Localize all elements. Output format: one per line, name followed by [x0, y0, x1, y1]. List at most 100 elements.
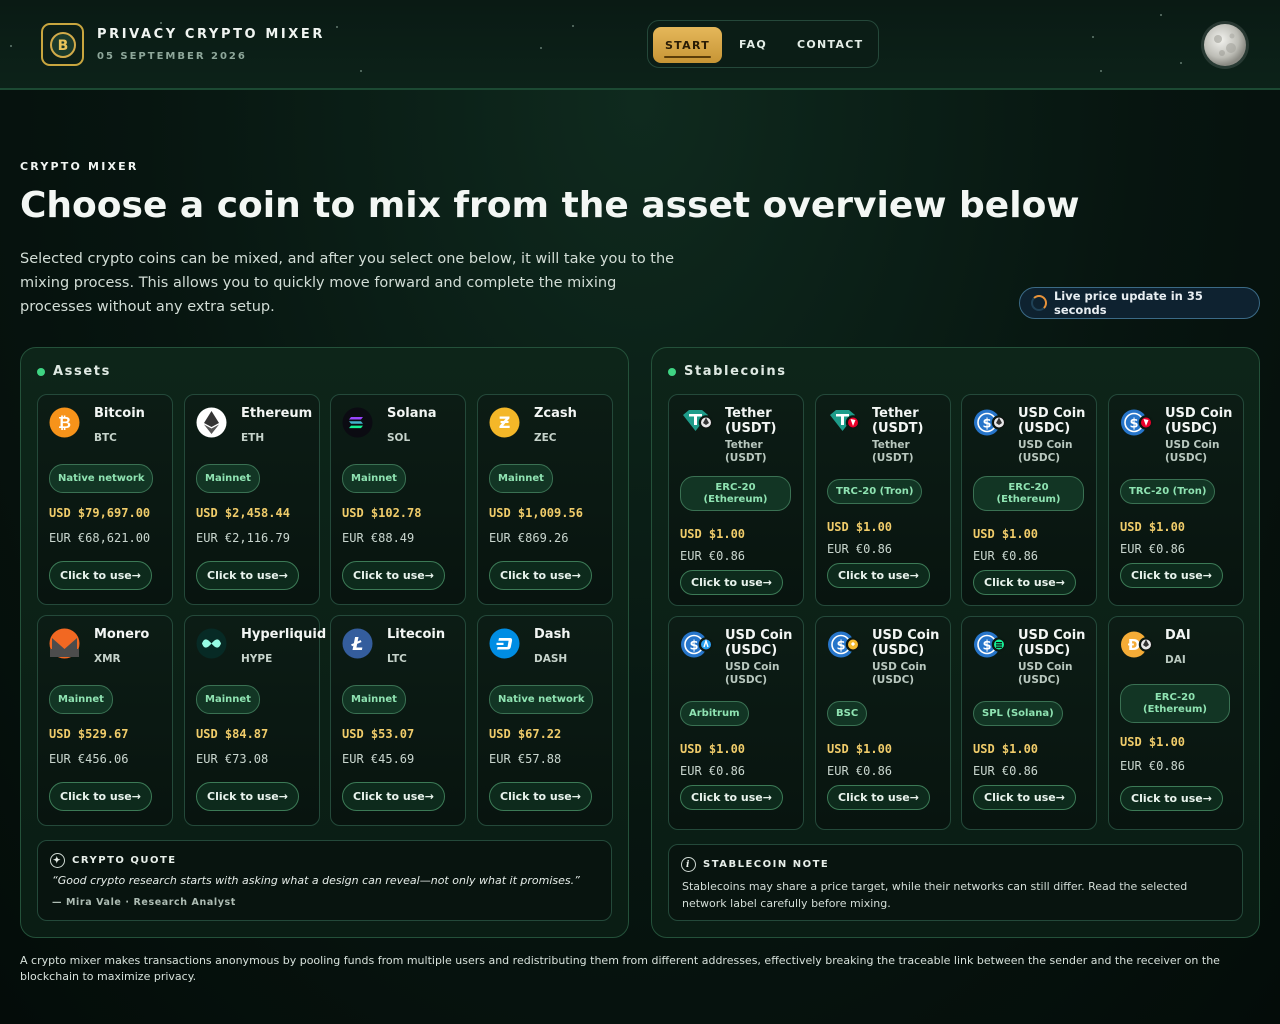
use-coin-button[interactable]: Click to use→: [489, 782, 592, 811]
coin-name: DAI: [1165, 628, 1191, 643]
stablecoin-card[interactable]: Tether (USDT) Tether (USDT) TRC-20 (Tron…: [815, 394, 951, 606]
usd-price: USD $53.07: [342, 727, 415, 741]
stablecoin-card[interactable]: $ USD Coin (USDC) USD Coin (USDC) ERC-20…: [961, 394, 1097, 606]
coin-name: USD Coin (USDC): [725, 628, 793, 658]
use-coin-button[interactable]: Click to use→: [342, 782, 445, 811]
coin-name: USD Coin (USDC): [872, 628, 940, 658]
quote-heading: ✦ CRYPTO QUOTE: [50, 853, 177, 868]
coin-subname: USD Coin (USDC): [1165, 439, 1220, 464]
svg-text:$: $: [982, 417, 991, 432]
quote-author: — Mira Vale · Research Analyst: [52, 897, 236, 908]
use-coin-button[interactable]: Click to use→: [196, 782, 299, 811]
star: [160, 22, 162, 24]
coin-name: Tether (USDT): [725, 406, 777, 436]
use-coin-button[interactable]: Click to use→: [196, 561, 299, 590]
dash-icon: [489, 628, 520, 659]
top-header: B PRIVACY CRYPTO MIXER 05 SEPTEMBER 2026…: [0, 0, 1280, 90]
usd-price: USD $1.00: [680, 527, 746, 541]
usdc-icon: $: [973, 629, 1009, 660]
coin-subname: Tether (USDT): [725, 439, 767, 464]
eur-price: EUR €2,116.79: [196, 531, 290, 545]
moon-icon[interactable]: [1200, 20, 1250, 70]
network-badge: ERC-20 (Ethereum): [973, 476, 1084, 511]
network-badge: ERC-20 (Ethereum): [1120, 684, 1230, 723]
nav-faq-link[interactable]: FAQ: [739, 38, 767, 51]
svg-text:$: $: [982, 639, 991, 654]
usd-price: USD $1.00: [680, 742, 746, 756]
eur-price: EUR €0.86: [680, 764, 746, 778]
asset-card-eth[interactable]: Ethereum ETH Mainnet USD $2,458.44 EUR €…: [184, 394, 320, 605]
use-coin-button[interactable]: Click to use→: [827, 563, 930, 588]
network-badge: Mainnet: [342, 464, 406, 493]
quote-title: CRYPTO QUOTE: [72, 855, 177, 866]
network-badge: Mainnet: [49, 685, 113, 714]
usd-price: USD $1.00: [827, 520, 893, 534]
asset-card-hype[interactable]: Hyperliquid HYPE Mainnet USD $84.87 EUR …: [184, 615, 326, 826]
eur-price: EUR €0.86: [1120, 542, 1186, 556]
note-text: Stablecoins may share a price target, wh…: [682, 880, 1188, 910]
usd-price: USD $102.78: [342, 506, 422, 520]
use-coin-button[interactable]: Click to use→: [680, 570, 783, 595]
usd-price: USD $1.00: [827, 742, 893, 756]
coin-name: USD Coin (USDC): [1018, 628, 1086, 658]
asset-card-ltc[interactable]: Ł Litecoin LTC Mainnet USD $53.07 EUR €4…: [330, 615, 466, 826]
svg-text:Đ: Đ: [1128, 636, 1141, 654]
quote-text: “Good crypto research starts with asking…: [52, 874, 580, 887]
asset-card-sol[interactable]: Solana SOL Mainnet USD $102.78 EUR €88.4…: [330, 394, 466, 605]
network-badge: Mainnet: [342, 685, 406, 714]
star: [1160, 14, 1162, 16]
assets-panel: Assets ₿ Bitcoin BTC Native network USD …: [20, 347, 629, 938]
svg-text:Ƶ: Ƶ: [499, 413, 511, 432]
use-coin-button[interactable]: Click to use→: [489, 561, 592, 590]
use-coin-button[interactable]: Click to use→: [827, 785, 930, 810]
use-coin-button[interactable]: Click to use→: [49, 782, 152, 811]
use-coin-button[interactable]: Click to use→: [680, 785, 783, 810]
use-coin-button[interactable]: Click to use→: [973, 785, 1076, 810]
asset-card-dash[interactable]: Dash DASH Native network USD $67.22 EUR …: [477, 615, 613, 826]
stablecoins-heading: Stablecoins: [668, 364, 787, 379]
status-dot-icon: [668, 367, 676, 376]
asset-card-btc[interactable]: ₿ Bitcoin BTC Native network USD $79,697…: [37, 394, 173, 605]
asset-card-xmr[interactable]: Monero XMR Mainnet USD $529.67 EUR €456.…: [37, 615, 173, 826]
use-coin-button[interactable]: Click to use→: [973, 570, 1076, 595]
asset-card-zec[interactable]: Ƶ Zcash ZEC Mainnet USD $1,009.56 EUR €8…: [477, 394, 613, 605]
loading-spinner-icon: [1031, 295, 1047, 311]
svg-text:$: $: [689, 639, 698, 654]
stablecoin-card[interactable]: $ USD Coin (USDC) USD Coin (USDC) BSC US…: [815, 616, 951, 830]
nav-start-button[interactable]: START: [653, 27, 722, 63]
stablecoins-heading-label: Stablecoins: [684, 364, 787, 379]
stablecoin-card[interactable]: $ USD Coin (USDC) USD Coin (USDC) TRC-20…: [1108, 394, 1244, 606]
stablecoin-card[interactable]: Tether (USDT) Tether (USDT) ERC-20 (Ethe…: [668, 394, 804, 606]
usd-price: USD $2,458.44: [196, 506, 290, 520]
eur-price: EUR €0.86: [680, 549, 746, 563]
coin-subname: USD Coin (USDC): [1018, 439, 1073, 464]
coin-symbol: ETH: [241, 432, 265, 444]
usd-price: USD $1.00: [1120, 520, 1186, 534]
use-coin-button[interactable]: Click to use→: [49, 561, 152, 590]
coin-subname: USD Coin (USDC): [1018, 661, 1073, 686]
usdc-icon: $: [827, 629, 863, 660]
coin-symbol: SOL: [387, 432, 411, 444]
bitcoin-shield-icon[interactable]: B: [41, 23, 84, 66]
stablecoin-card[interactable]: Đ DAI DAI ERC-20 (Ethereum) USD $1.00 EU…: [1108, 616, 1244, 830]
use-coin-button[interactable]: Click to use→: [1120, 563, 1223, 588]
usdc-icon: $: [973, 407, 1009, 438]
network-badge: SPL (Solana): [973, 701, 1063, 726]
eur-price: EUR €88.49: [342, 531, 415, 545]
ethereum-icon: [196, 407, 227, 438]
hero-description: Selected crypto coins can be mixed, and …: [20, 251, 675, 315]
stablecoin-card[interactable]: $ USD Coin (USDC) USD Coin (USDC) Arbitr…: [668, 616, 804, 830]
usd-price: USD $67.22: [489, 727, 562, 741]
eur-price: EUR €0.86: [827, 764, 893, 778]
stablecoin-card[interactable]: $ USD Coin (USDC) USD Coin (USDC) SPL (S…: [961, 616, 1097, 830]
use-coin-button[interactable]: Click to use→: [342, 561, 445, 590]
nav-contact-link[interactable]: CONTACT: [797, 38, 863, 51]
monero-icon: [49, 628, 80, 659]
assets-heading: Assets: [37, 364, 111, 379]
coin-name: Dash: [534, 627, 571, 642]
coin-name: Monero: [94, 627, 150, 642]
star: [360, 70, 362, 72]
coin-symbol: HYPE: [241, 653, 273, 665]
coin-subname: USD Coin (USDC): [872, 661, 927, 686]
use-coin-button[interactable]: Click to use→: [1120, 786, 1223, 811]
